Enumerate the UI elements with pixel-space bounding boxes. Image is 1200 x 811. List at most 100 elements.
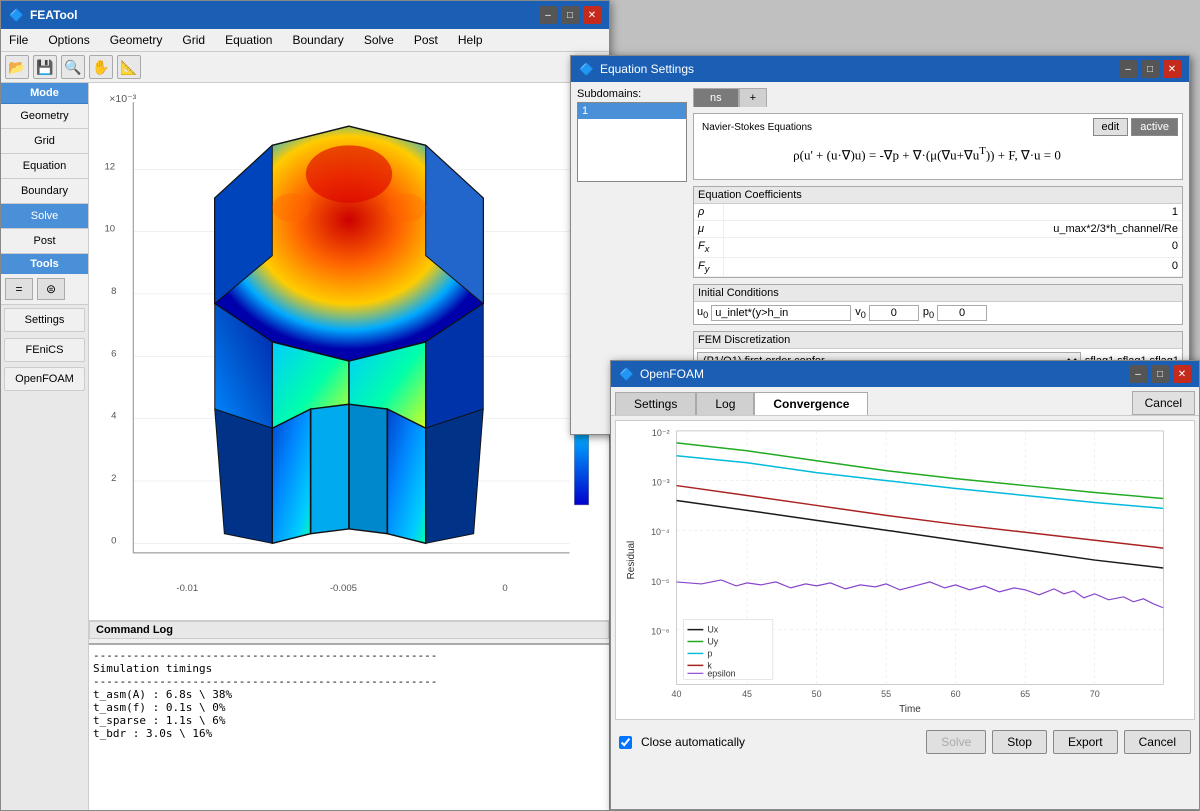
- ic-field-u0: u0: [697, 305, 851, 321]
- active-button[interactable]: active: [1131, 118, 1178, 136]
- foam-tab-convergence[interactable]: Convergence: [754, 392, 868, 415]
- sidebar-item-boundary[interactable]: Boundary: [1, 179, 88, 204]
- settings-button[interactable]: Settings: [4, 308, 85, 332]
- p0-input[interactable]: [937, 305, 987, 321]
- menu-boundary[interactable]: Boundary: [288, 31, 347, 49]
- command-log-container: Command Log ----------------------------…: [89, 620, 609, 810]
- save-button[interactable]: 💾: [33, 55, 57, 79]
- svg-text:4: 4: [111, 411, 117, 422]
- edit-button[interactable]: edit: [1093, 118, 1129, 136]
- zoom-button[interactable]: 🔍: [61, 55, 85, 79]
- foam-close-button[interactable]: ✕: [1173, 365, 1191, 383]
- p0-label: p0: [923, 306, 934, 320]
- eq-tab-ns[interactable]: ns: [693, 88, 739, 107]
- openfoam-button[interactable]: OpenFOAM: [4, 367, 85, 391]
- minimize-button[interactable]: –: [539, 6, 557, 24]
- export-button[interactable]: Export: [1053, 730, 1118, 754]
- eq-title-controls: – □ ✕: [1119, 60, 1181, 78]
- foam-cancel-button-top[interactable]: Cancel: [1132, 391, 1195, 415]
- cancel-button[interactable]: Cancel: [1124, 730, 1191, 754]
- close-button[interactable]: ✕: [583, 6, 601, 24]
- plot-area[interactable]: ×10⁻³ 0 2 4 6 8 10 12 -0.01 -0.005 0: [89, 83, 609, 620]
- u0-input[interactable]: [711, 305, 851, 321]
- plot-svg: ×10⁻³ 0 2 4 6 8 10 12 -0.01 -0.005 0: [89, 83, 609, 620]
- tools-section: Tools: [1, 254, 88, 274]
- svg-text:-0.01: -0.01: [176, 583, 198, 594]
- svg-text:-0.005: -0.005: [330, 583, 357, 594]
- pan-tool[interactable]: ⊜: [37, 278, 65, 300]
- sidebar-item-post[interactable]: Post: [1, 229, 88, 254]
- title-bar-left: 🔷 FEATool: [9, 8, 78, 22]
- solve-button[interactable]: Solve: [926, 730, 986, 754]
- coeff-value-rho: 1: [724, 204, 1182, 220]
- foam-minimize-button[interactable]: –: [1129, 365, 1147, 383]
- coeff-row-fy: Fy 0: [694, 258, 1182, 277]
- eq-minimize-button[interactable]: –: [1119, 60, 1137, 78]
- menu-geometry[interactable]: Geometry: [106, 31, 167, 49]
- sidebar-item-equation[interactable]: Equation: [1, 154, 88, 179]
- coeff-value-fx: 0: [724, 238, 1182, 256]
- fenics-button[interactable]: FEniCS: [4, 338, 85, 362]
- menu-grid[interactable]: Grid: [178, 31, 209, 49]
- eq-formula-buttons: edit active: [1093, 118, 1179, 136]
- foam-maximize-button[interactable]: □: [1151, 365, 1169, 383]
- svg-text:p: p: [707, 648, 712, 658]
- eq-icon: 🔷: [579, 62, 594, 76]
- coeff-label-fy: Fy: [694, 258, 724, 276]
- main-window: 🔷 FEATool – □ ✕ File Options Geometry Gr…: [0, 0, 610, 811]
- mode-section: Mode: [1, 83, 88, 104]
- svg-text:10: 10: [104, 224, 115, 235]
- menu-options[interactable]: Options: [44, 31, 93, 49]
- sidebar-item-grid[interactable]: Grid: [1, 129, 88, 154]
- svg-text:40: 40: [672, 689, 682, 699]
- menu-help[interactable]: Help: [454, 31, 487, 49]
- log-line-7: t_bdr : 3.0s \ 16%: [93, 727, 605, 740]
- eq-title: Equation Settings: [600, 62, 694, 76]
- eq-maximize-button[interactable]: □: [1141, 60, 1159, 78]
- subdomain-item-1[interactable]: 1: [578, 103, 686, 119]
- rotate-button[interactable]: 📐: [117, 55, 141, 79]
- close-auto-label: Close automatically: [641, 735, 745, 749]
- eq-coefficients: Equation Coefficients ρ 1 μ u_max*2/3*h_…: [693, 186, 1183, 277]
- menu-file[interactable]: File: [5, 31, 32, 49]
- svg-text:10⁻⁵: 10⁻⁵: [651, 577, 670, 587]
- menu-equation[interactable]: Equation: [221, 31, 276, 49]
- stop-button[interactable]: Stop: [992, 730, 1047, 754]
- foam-title-left: 🔷 OpenFOAM: [619, 367, 704, 381]
- coeff-label-fx: Fx: [694, 238, 724, 256]
- ic-title: Initial Conditions: [694, 285, 1182, 302]
- subdomains-list[interactable]: 1: [577, 102, 687, 182]
- eq-close-button[interactable]: ✕: [1163, 60, 1181, 78]
- svg-text:50: 50: [812, 689, 822, 699]
- equation-settings-title-bar: 🔷 Equation Settings – □ ✕: [571, 56, 1189, 82]
- coeff-label-mu: μ: [694, 221, 724, 237]
- svg-text:60: 60: [951, 689, 961, 699]
- v0-input[interactable]: [869, 305, 919, 321]
- foam-title-controls: – □ ✕: [1129, 365, 1191, 383]
- log-line-6: t_sparse : 1.1s \ 6%: [93, 714, 605, 727]
- close-auto-checkbox[interactable]: [619, 736, 632, 749]
- svg-text:10⁻⁴: 10⁻⁴: [651, 527, 670, 537]
- svg-text:0: 0: [111, 535, 116, 546]
- coeff-title: Equation Coefficients: [694, 187, 1182, 204]
- foam-tab-log[interactable]: Log: [696, 392, 754, 415]
- openfoam-window: 🔷 OpenFOAM – □ ✕ Settings Log Convergenc…: [610, 360, 1200, 810]
- command-log[interactable]: ----------------------------------------…: [89, 643, 609, 810]
- menu-solve[interactable]: Solve: [360, 31, 398, 49]
- svg-text:Residual: Residual: [626, 541, 637, 580]
- svg-text:70: 70: [1090, 689, 1100, 699]
- foam-tabs-row: Settings Log Convergence Cancel: [611, 387, 1199, 416]
- foam-icon: 🔷: [619, 367, 634, 381]
- svg-text:epsilon: epsilon: [707, 668, 735, 678]
- menu-post[interactable]: Post: [410, 31, 442, 49]
- coeff-value-mu: u_max*2/3*h_channel/Re: [724, 221, 1182, 237]
- pan-button[interactable]: ✋: [89, 55, 113, 79]
- sidebar-item-geometry[interactable]: Geometry: [1, 104, 88, 129]
- maximize-button[interactable]: □: [561, 6, 579, 24]
- open-button[interactable]: 📂: [5, 55, 29, 79]
- foam-tab-settings[interactable]: Settings: [615, 392, 696, 415]
- equals-tool[interactable]: =: [5, 278, 33, 300]
- eq-tab-plus[interactable]: +: [739, 88, 767, 107]
- coeff-value-fy: 0: [724, 258, 1182, 276]
- sidebar-item-solve[interactable]: Solve: [1, 204, 88, 229]
